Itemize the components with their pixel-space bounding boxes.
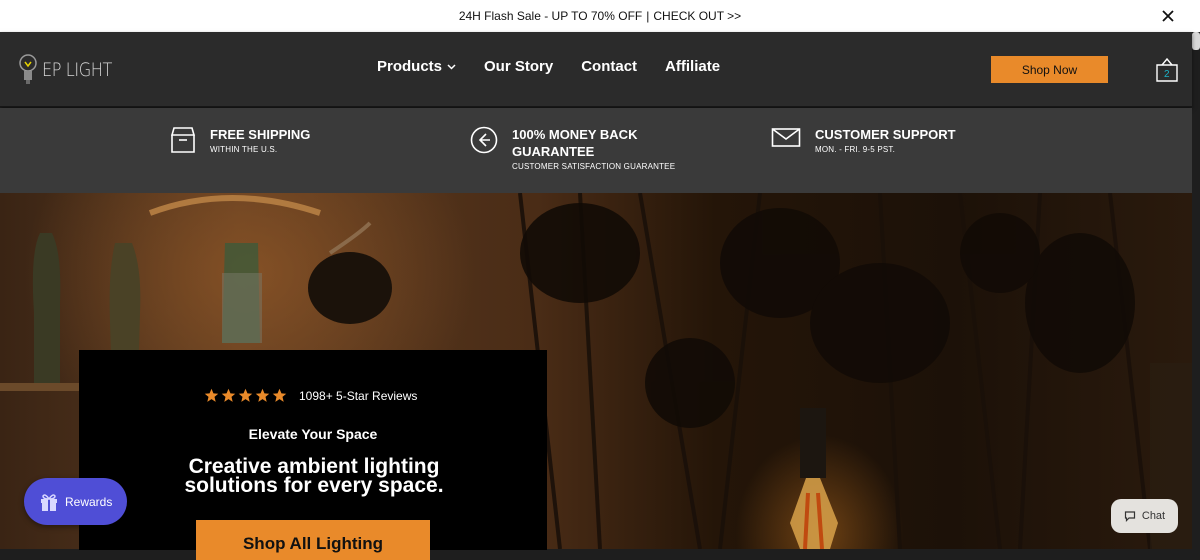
star-icon (238, 388, 253, 402)
rewards-label: Rewards (65, 494, 113, 509)
star-icon (221, 388, 236, 402)
star-icon (204, 388, 219, 402)
feature-subtitle: WITHIN THE U.S. (210, 145, 278, 154)
feature-title: CUSTOMER SUPPORT (815, 127, 956, 142)
close-icon[interactable] (1158, 6, 1178, 26)
nav-affiliate[interactable]: Affiliate (665, 58, 720, 75)
hero-headline: Creative ambient lighting solutions for … (184, 455, 444, 497)
logo-text: EP LIGHT (42, 59, 112, 81)
arrow-left-circle-icon (470, 126, 498, 154)
reviews-count[interactable]: 1098+ 5-Star Reviews (299, 389, 417, 403)
features-bar: FREE SHIPPING WITHIN THE U.S. 100% MONEY… (0, 108, 1192, 193)
nav-products-label: Products (377, 58, 443, 75)
feature-title: FREE SHIPPING (210, 127, 311, 142)
star-icon (255, 388, 270, 402)
announcement-bar: 24H Flash Sale - UP TO 70% OFF | CHECK O… (0, 0, 1200, 32)
announcement-checkout-link[interactable]: CHECK OUT >> (653, 9, 741, 23)
shop-all-lighting-button[interactable]: Shop All Lighting (196, 520, 430, 560)
feature-money-back: 100% MONEY BACK GUARANTEE CUSTOMER SATIS… (470, 126, 675, 171)
hero-kicker: Elevate Your Space (248, 426, 378, 442)
star-icon (272, 388, 287, 402)
announcement-separator: | (646, 9, 650, 23)
chat-bubble-icon (1124, 511, 1135, 522)
rewards-button[interactable]: Rewards (24, 478, 127, 525)
site-header: EP LIGHT Products Our Story Contact Affi… (0, 32, 1192, 107)
rating-row: 1098+ 5-Star Reviews (204, 388, 417, 403)
feature-customer-support: CUSTOMER SUPPORT MON. - FRI. 9-5 PST. (771, 126, 956, 154)
nav-products[interactable]: Products (377, 58, 456, 75)
feature-free-shipping: FREE SHIPPING WITHIN THE U.S. (170, 126, 310, 154)
nav-our-story[interactable]: Our Story (484, 58, 553, 75)
feature-title: 100% MONEY BACK GUARANTEE (512, 127, 638, 159)
feature-subtitle: CUSTOMER SATISFACTION GUARANTEE (512, 162, 676, 171)
lightbulb-icon (19, 54, 37, 84)
logo[interactable]: EP LIGHT (18, 52, 124, 88)
shop-now-button[interactable]: Shop Now (991, 56, 1108, 83)
scrollbar[interactable] (1192, 32, 1200, 50)
feature-subtitle: MON. - FRI. 9-5 PST. (815, 145, 896, 154)
mail-icon (771, 128, 801, 147)
announcement-sale-text: 24H Flash Sale - UP TO 70% OFF (458, 9, 643, 23)
star-rating (204, 388, 287, 403)
chat-button[interactable]: Chat (1111, 499, 1178, 533)
cart-count-badge: 2 (1164, 69, 1170, 80)
main-nav: Products Our Story Contact Affiliate (377, 58, 720, 75)
chevron-down-icon (447, 63, 456, 70)
nav-contact[interactable]: Contact (581, 58, 637, 75)
box-icon (170, 127, 196, 153)
hero-promo-card: 1098+ 5-Star Reviews Elevate Your Space … (79, 350, 547, 560)
chat-label: Chat (1141, 510, 1166, 522)
gift-icon (41, 493, 57, 511)
